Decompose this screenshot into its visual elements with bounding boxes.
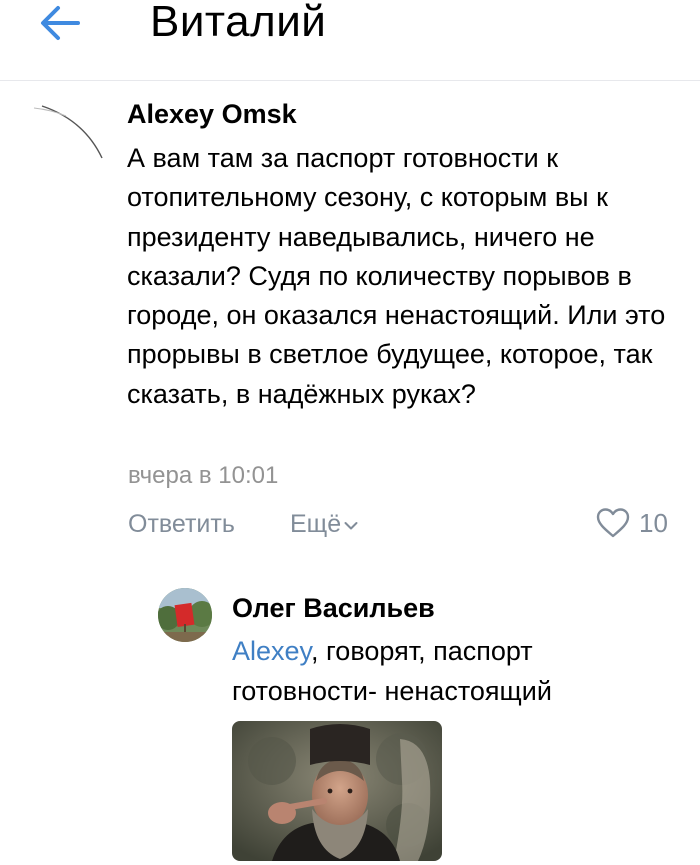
- avatar[interactable]: [22, 100, 106, 184]
- comment-text: А вам там за паспорт готовности к отопит…: [127, 143, 666, 409]
- like-button[interactable]: 10: [596, 505, 668, 541]
- reply-button[interactable]: Ответить: [128, 507, 235, 541]
- avatar[interactable]: [158, 588, 212, 642]
- reply-text: Alexey, говорят, паспорт готовности- нен…: [232, 632, 672, 711]
- image-attachment[interactable]: [232, 721, 442, 861]
- more-button[interactable]: Ещё: [290, 507, 358, 541]
- reply-author[interactable]: Олег Васильев: [232, 591, 435, 625]
- top-bar: Виталий: [0, 0, 700, 81]
- mention-link[interactable]: Alexey: [232, 636, 311, 666]
- comment-timestamp: вчера в 10:01: [128, 462, 279, 489]
- more-label: Ещё: [290, 510, 342, 538]
- arrow-left-icon: [41, 6, 80, 40]
- chevron-down-icon: [344, 522, 358, 530]
- page-title: Виталий: [150, 0, 327, 46]
- comment-author[interactable]: Alexey Omsk: [127, 97, 297, 131]
- heart-icon: [596, 508, 630, 538]
- like-count: 10: [639, 508, 668, 538]
- back-button[interactable]: [36, 0, 86, 46]
